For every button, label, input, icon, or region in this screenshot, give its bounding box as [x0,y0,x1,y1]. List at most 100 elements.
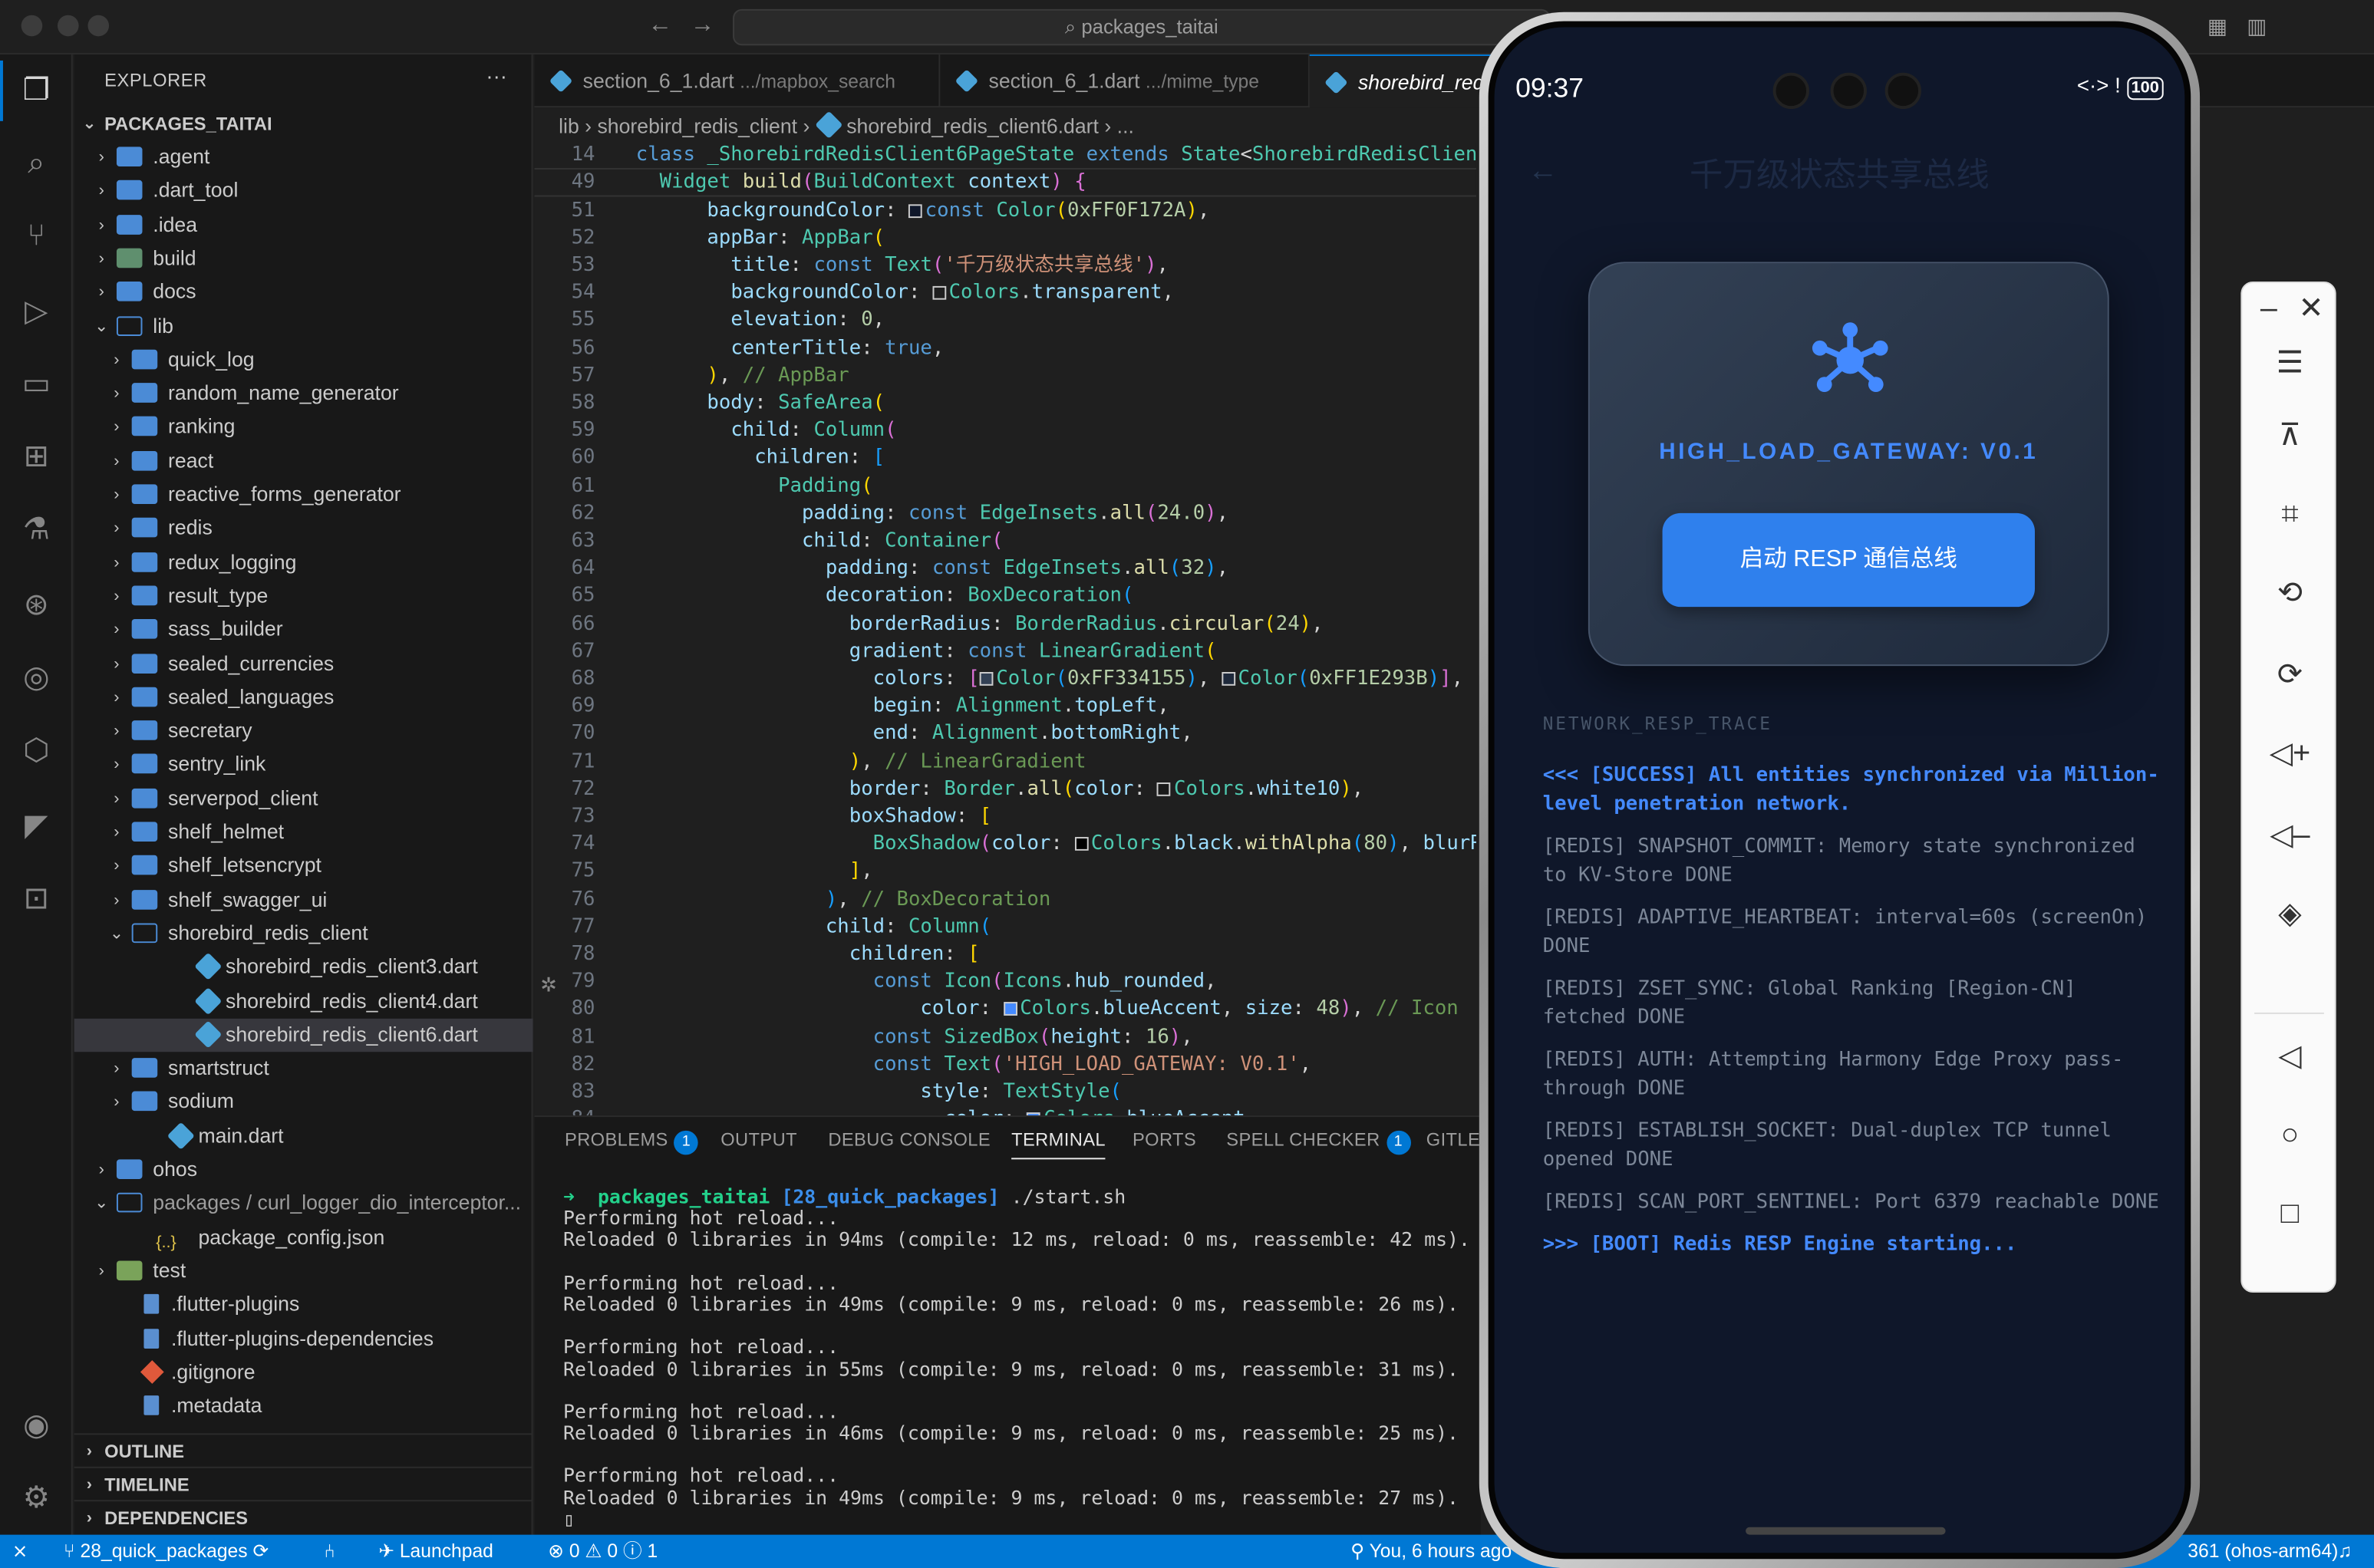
tree-folder[interactable]: › shelf_helmet [74,815,533,848]
docker-icon[interactable]: ⬡ [15,730,58,772]
testing-icon[interactable]: ⚗ [15,509,58,551]
git-graph-icon[interactable]: ⊛ [15,585,58,627]
timeline-section[interactable]: › TIMELINE [74,1466,533,1500]
tree-folder[interactable]: › build [74,242,533,275]
panel-tab-gitle[interactable]: GITLE [1426,1129,1480,1151]
tree-folder[interactable]: ⌄ packages / curl_logger_dio_interceptor.… [74,1187,533,1220]
tree-file[interactable]: .gitignore [74,1356,533,1388]
close-icon[interactable]: ✕ [2264,289,2359,328]
extensions-icon[interactable]: ⊞ [15,436,58,478]
tree-folder[interactable]: › sealed_languages [74,680,533,713]
branch-status[interactable]: ⑂ 28_quick_packages ⟳ [64,1535,269,1568]
tree-folder[interactable]: › shelf_swagger_ui [74,883,533,916]
tree-folder[interactable]: › sodium [74,1085,533,1118]
close-window-button[interactable] [21,15,43,37]
recents-icon[interactable]: □ [2242,1194,2337,1234]
search-icon[interactable]: ⌕ [15,142,58,184]
remote-explorer-icon[interactable]: ▭ [15,364,58,406]
tree-folder[interactable]: › secretary [74,714,533,747]
run-debug-icon[interactable]: ▷ [15,291,58,333]
toggle-sidebar-icon[interactable]: ▥ [2247,14,2267,40]
tree-folder[interactable]: › react [74,444,533,477]
tree-folder[interactable]: › reactive_forms_generator [74,478,533,511]
tree-folder[interactable]: › redux_logging [74,545,533,578]
tree-folder[interactable]: › ranking [74,410,533,443]
tab-section-6-1-mapbox[interactable]: section_6_1.dart .../mapbox_search [535,54,941,108]
start-resp-bus-button[interactable]: 启动 RESP 通信总线 [1662,512,2035,608]
launchpad-status[interactable]: ✈ Launchpad [378,1535,493,1568]
panel-tab-problems[interactable]: PROBLEMS 1 [565,1129,699,1155]
problems-status[interactable]: ⊗ 0 ⚠ 0 ⓘ 1 [548,1535,658,1568]
volume-up-icon[interactable]: ◁+ [2242,734,2337,773]
tree-folder[interactable]: › result_type [74,579,533,612]
tree-folder[interactable]: › serverpod_client [74,782,533,815]
minimize-window-button[interactable] [57,15,79,37]
tree-folder[interactable]: › .idea [74,208,533,241]
remote-icon[interactable]: ⨯ [12,1535,28,1568]
tree-file[interactable]: shorebird_redis_client6.dart [74,1018,533,1052]
gitlens-icon[interactable]: ◎ [15,657,58,699]
breadcrumb-item[interactable]: shorebird_redis_client6.dart [846,115,1099,138]
tree-folder[interactable]: › random_name_generator [74,377,533,410]
flutter-icon[interactable]: ◤ [15,805,58,848]
breadcrumb-item[interactable]: lib [559,115,579,138]
tree-file[interactable]: .flutter-plugins-dependencies [74,1322,533,1355]
tree-file[interactable]: {..} package_config.json [74,1220,533,1253]
dependencies-section[interactable]: › DEPENDENCIES [74,1500,533,1533]
layout-icon[interactable]: ▦ [2207,14,2227,40]
panel-tab-ports[interactable]: PORTS [1133,1129,1196,1151]
settings-gear-icon[interactable]: ⚙ [15,1477,58,1520]
zoom-window-button[interactable] [87,15,110,37]
tree-folder[interactable]: › sentry_link [74,748,533,781]
panel-tab-output[interactable]: OUTPUT [720,1129,797,1151]
back-icon[interactable]: ◁ [2242,1037,2337,1076]
rotate-right-icon[interactable]: ⟳ [2242,655,2337,694]
crop-icon[interactable]: ⌗ [2242,495,2337,534]
tree-folder[interactable]: › test [74,1254,533,1287]
tree-folder[interactable]: › sass_builder [74,613,533,646]
pin-icon[interactable]: ⊼ [2242,417,2337,456]
panel-tab-spell-checker[interactable]: SPELL CHECKER 1 [1226,1129,1411,1155]
breadcrumb-item[interactable]: ... [1117,115,1134,138]
command-center-search[interactable]: ⌕ packages_taitai [733,8,1551,46]
tree-file[interactable]: main.dart [74,1119,533,1152]
menu-icon[interactable]: ☰ [2242,344,2337,383]
screenshot-icon[interactable]: ◈ [2242,894,2337,934]
tree-folder[interactable]: › .agent [74,140,533,173]
back-arrow-icon[interactable]: ← [648,12,673,40]
notifications-bell-icon[interactable]: ♫ [2338,1535,2352,1568]
device-status[interactable]: 361 (ohos-arm64) [2188,1535,2338,1568]
tree-folder[interactable]: › redis [74,512,533,545]
account-icon[interactable]: ◉ [15,1405,58,1447]
tree-file[interactable]: .flutter-plugins [74,1288,533,1321]
git-blame-status[interactable]: ⚲ You, 6 hours ago [1350,1535,1512,1568]
volume-down-icon[interactable]: ◁– [2242,815,2337,855]
tree-folder[interactable]: › .dart_tool [74,174,533,207]
tree-folder[interactable]: › smartstruct [74,1052,533,1085]
codelens-gear-icon[interactable]: ✲ [540,973,557,998]
outline-section[interactable]: › OUTLINE [74,1433,533,1466]
forward-arrow-icon[interactable]: → [691,12,715,40]
tree-file[interactable]: shorebird_redis_client4.dart [74,984,533,1017]
breadcrumb-item[interactable]: shorebird_redis_client [597,115,797,138]
phone-screen[interactable]: 09:37 <·> ! 100 ← 千万级状态共享总线 HIGH_LOAD_GA… [1494,27,2185,1553]
tree-folder[interactable]: › quick_log [74,343,533,376]
workspace-root[interactable]: ⌄ PACKAGES_TAITAI [74,107,533,140]
tree-file[interactable]: .metadata [74,1389,533,1422]
code-editor[interactable]: 14 class _ShorebirdRedisClient6PageState … [534,142,1476,1116]
home-indicator[interactable] [1746,1527,1946,1535]
tab-section-6-1-mime[interactable]: section_6_1.dart .../mime_type [940,54,1310,108]
panel-tab-debug-console[interactable]: DEBUG CONSOLE [828,1129,991,1151]
terminal-output[interactable]: ➜ packages_taitai [28_quick_packages] ./… [563,1186,1472,1530]
tree-folder[interactable]: › shelf_letsencrypt [74,849,533,882]
panel-tab-terminal[interactable]: TERMINAL [1011,1129,1106,1160]
tree-folder[interactable]: › sealed_currencies [74,647,533,680]
git-graph-status-icon[interactable]: ⑃ [324,1535,335,1568]
rotate-left-icon[interactable]: ⟲ [2242,574,2337,613]
files-icon[interactable]: ❐ [15,70,58,112]
tree-folder[interactable]: › docs [74,275,533,308]
source-control-icon[interactable]: ⑂ [15,215,58,257]
screenshot-icon[interactable]: ⊡ [15,878,58,920]
tree-file[interactable]: shorebird_redis_client3.dart [74,950,533,983]
tree-folder[interactable]: › ohos [74,1153,533,1186]
